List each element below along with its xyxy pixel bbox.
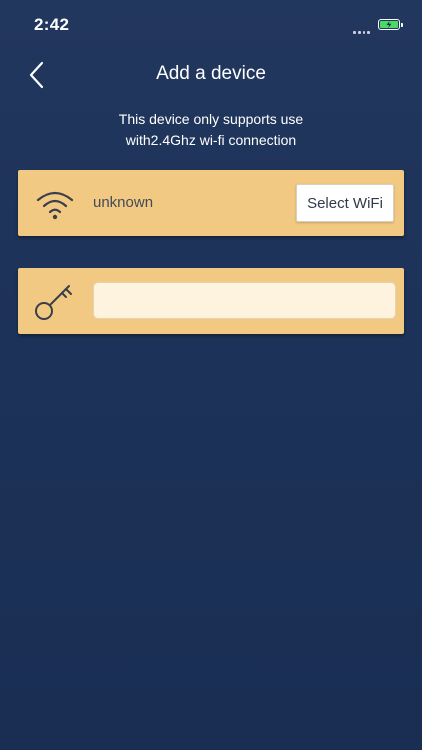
page-title: Add a device (156, 63, 266, 84)
wifi-password-input[interactable] (93, 282, 396, 319)
notice-line-2: with2.4Ghz wi-fi connection (125, 132, 297, 148)
add-device-screen: 2:42 Add a device This device only suppo… (0, 0, 422, 750)
status-time: 2:42 (34, 15, 70, 34)
key-icon (28, 282, 82, 322)
status-bar: 2:42 (0, 0, 422, 50)
select-wifi-button[interactable]: Select WiFi (296, 184, 394, 222)
wifi-icon (28, 184, 82, 224)
battery-icon (378, 19, 403, 30)
password-card (18, 268, 404, 334)
wifi-network-name: unknown (93, 194, 154, 211)
wifi-card: unknown Select WiFi (18, 170, 404, 236)
notice-line-1: This device only supports use (118, 111, 304, 127)
signal-icon (353, 26, 370, 34)
home-indicator (145, 737, 279, 742)
frequency-notice: This device only supports use with2.4Ghz… (0, 109, 422, 151)
